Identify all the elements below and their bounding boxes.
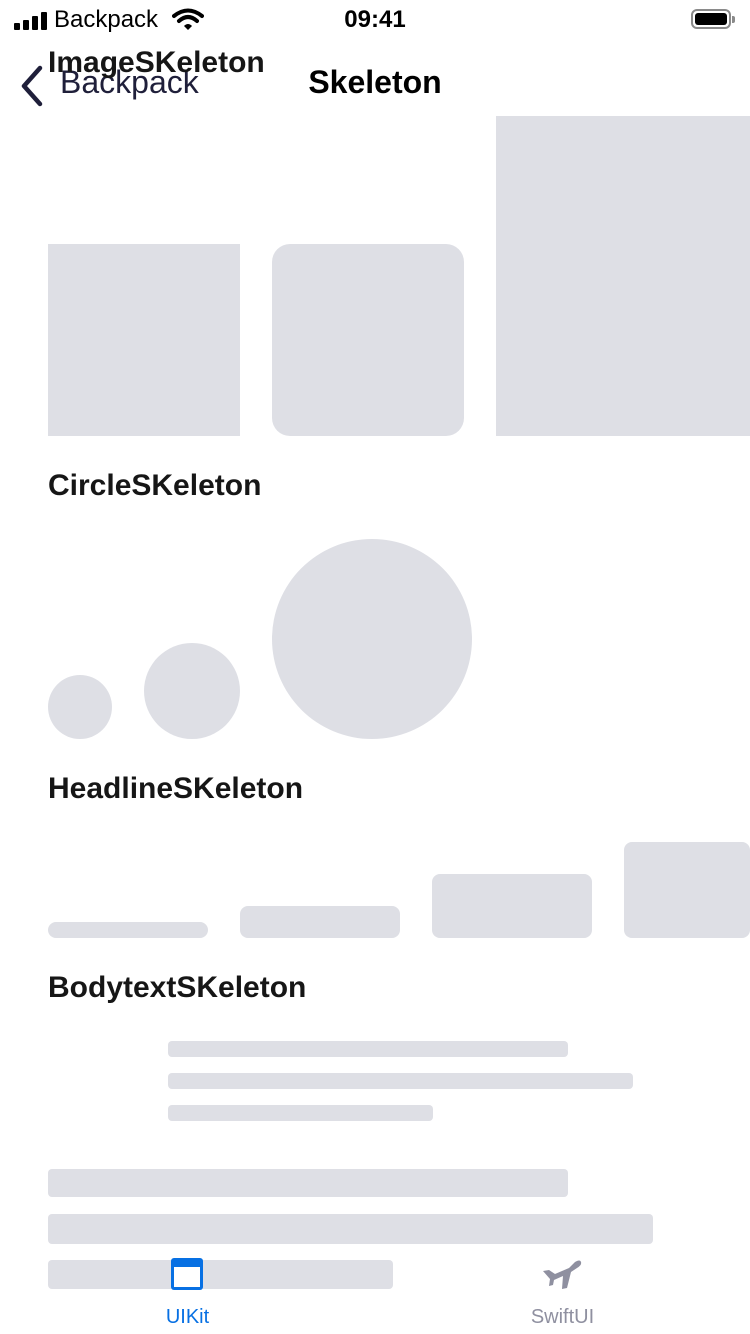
- tab-uikit[interactable]: UIKit: [0, 1250, 375, 1334]
- bodytext-skeleton-title: BodytextSKeleton: [48, 971, 307, 1004]
- circle-skeleton-large: [272, 539, 472, 739]
- headline-skeleton-sm: [240, 906, 400, 938]
- status-time: 09:41: [344, 6, 406, 33]
- tab-uikit-label: UIKit: [165, 1306, 210, 1328]
- bodytext-skeleton-line: [48, 1214, 653, 1244]
- tab-swiftui-label: SwiftUI: [530, 1306, 595, 1328]
- tab-swiftui[interactable]: SwiftUI: [375, 1250, 750, 1334]
- status-bar: Backpack 09:41: [0, 0, 750, 40]
- bodytext-skeleton-line: [168, 1105, 433, 1121]
- headline-skeleton-lg: [624, 842, 750, 938]
- circle-skeleton-small: [48, 675, 112, 739]
- headline-skeleton-xs: [48, 922, 208, 938]
- image-skeleton-large: [496, 116, 750, 436]
- bodytext-skeleton-line: [168, 1041, 568, 1057]
- bodytext-skeleton-line: [48, 1169, 568, 1197]
- image-skeleton-square: [48, 244, 240, 436]
- headline-skeleton-md: [432, 874, 592, 938]
- window-icon: [171, 1258, 203, 1290]
- airplane-icon: [543, 1260, 582, 1289]
- image-skeleton-title: ImageSKeleton: [48, 46, 265, 79]
- image-skeleton-rounded: [272, 244, 464, 436]
- circle-skeleton-medium: [144, 643, 240, 739]
- bodytext-skeleton-line: [168, 1073, 633, 1089]
- headline-skeleton-title: HeadlineSKeleton: [48, 772, 304, 805]
- circle-skeleton-title: CircleSKeleton: [48, 469, 262, 502]
- battery-icon: [691, 9, 735, 29]
